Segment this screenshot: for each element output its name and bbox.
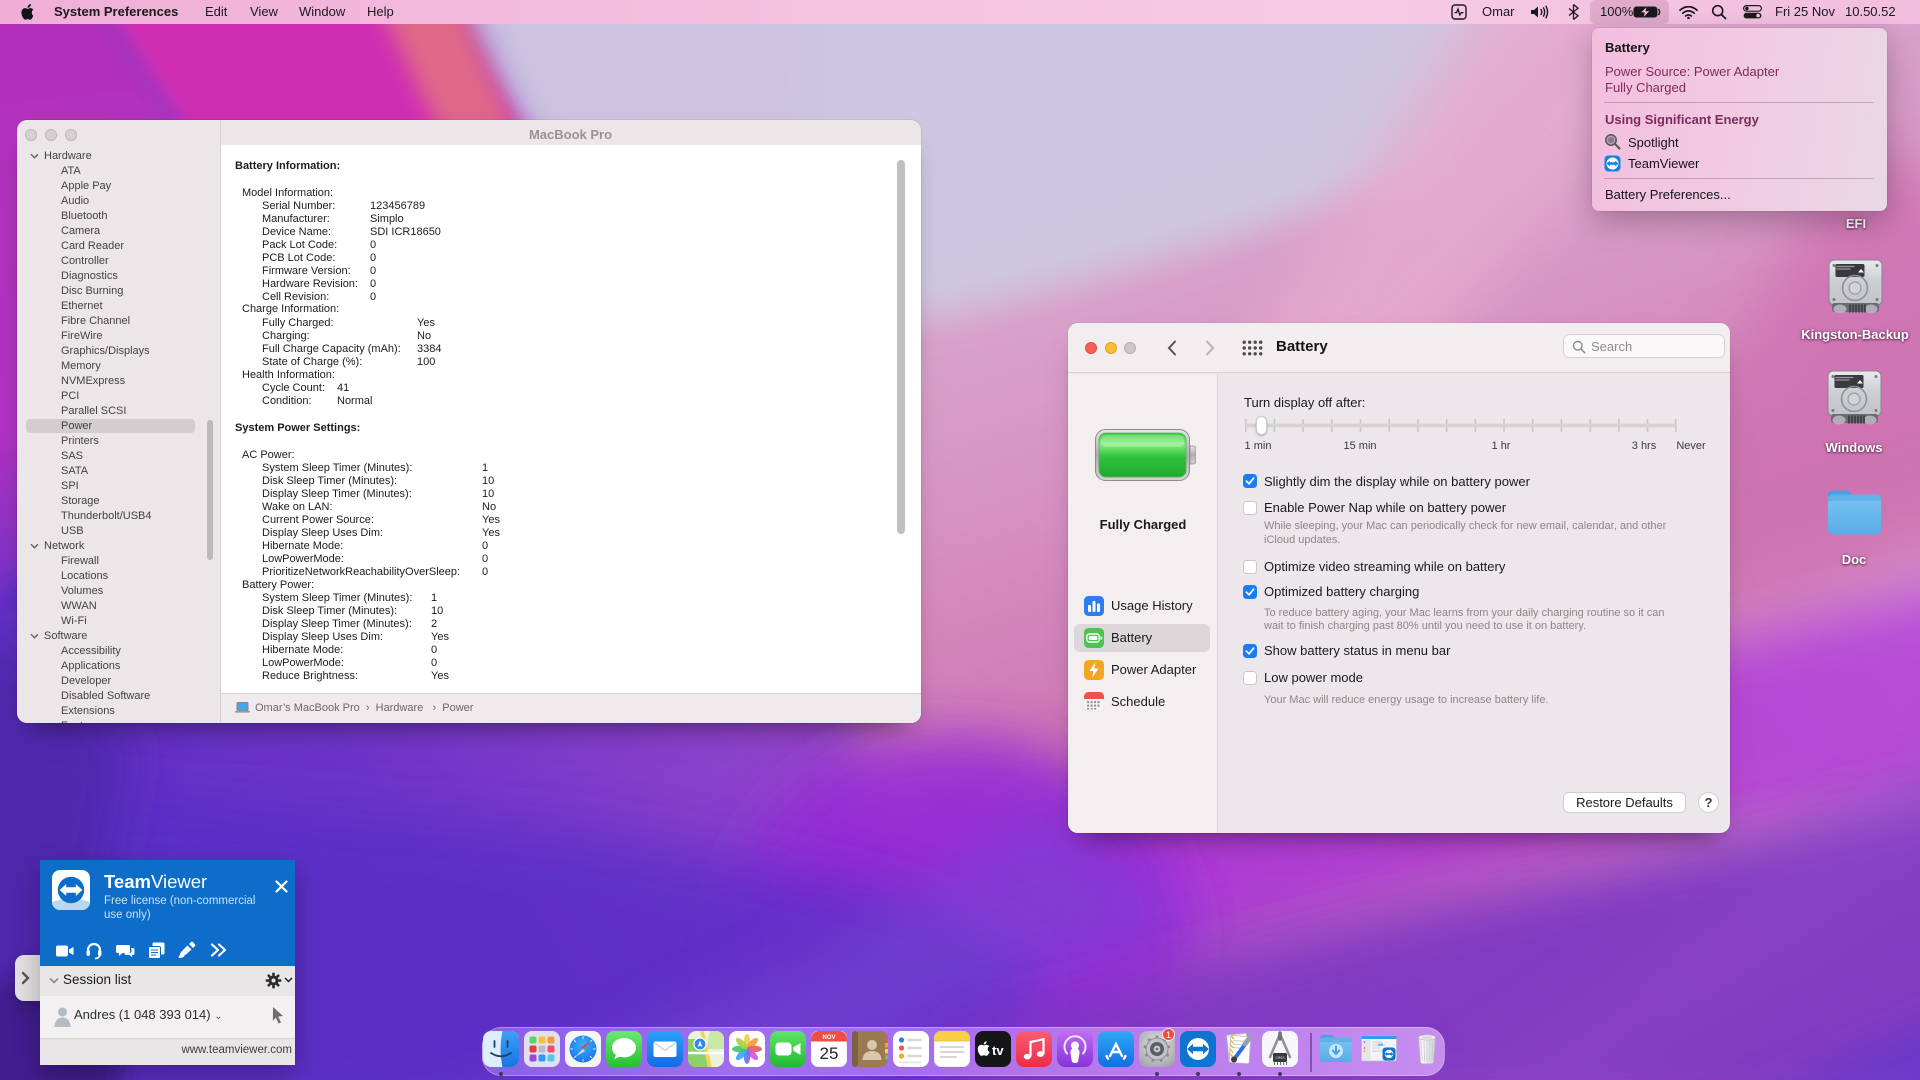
svg-text:NOV: NOV [822,1035,835,1041]
svg-text:tv: tv [992,1043,1004,1058]
svg-text:CMOS: CMOS [1275,1057,1285,1061]
svg-text:25: 25 [820,1044,839,1063]
